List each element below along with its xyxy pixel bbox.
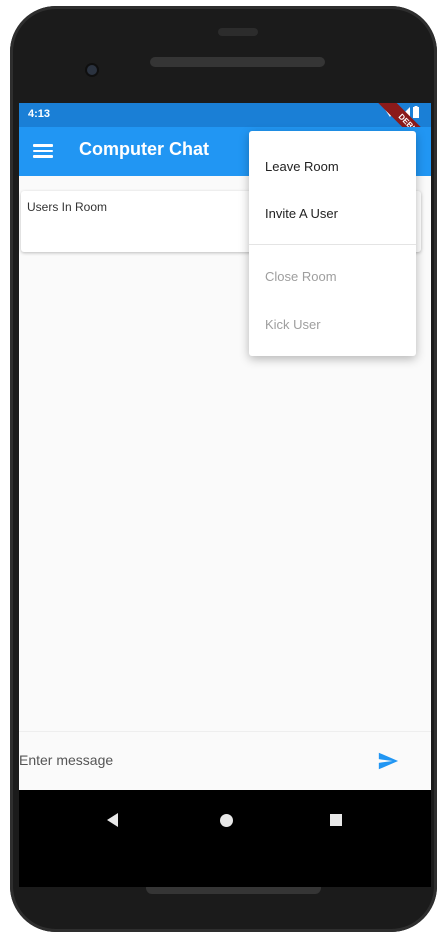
message-composer: Enter message [19,731,431,791]
menu-item-kick-user[interactable]: Kick User [265,317,321,332]
menu-item-invite-user[interactable]: Invite A User [265,206,338,221]
users-in-room-label: Users In Room [27,200,108,214]
message-input[interactable]: Enter message [19,752,339,768]
app-screen: 4:13 DEBUG Computer Chat Users In Room L… [19,103,431,887]
home-circle-icon[interactable] [220,814,233,827]
battery-icon [413,106,419,118]
status-bar: 4:13 DEBUG [19,103,431,162]
menu-divider [249,244,416,245]
status-time: 4:13 [28,108,51,120]
overflow-popup-menu: Leave Room Invite A User Close Room Kick… [249,131,416,356]
menu-item-leave-room[interactable]: Leave Room [265,159,339,174]
system-nav-bar [19,790,431,887]
hamburger-menu-icon[interactable] [33,141,53,161]
recents-square-icon[interactable] [330,814,342,826]
menu-item-close-room[interactable]: Close Room [265,269,337,284]
back-triangle-icon[interactable] [107,813,118,827]
front-camera [87,65,97,75]
earpiece-speaker [150,57,325,67]
send-icon[interactable] [377,750,399,772]
top-slot [218,28,258,36]
app-title: Computer Chat [79,139,209,159]
